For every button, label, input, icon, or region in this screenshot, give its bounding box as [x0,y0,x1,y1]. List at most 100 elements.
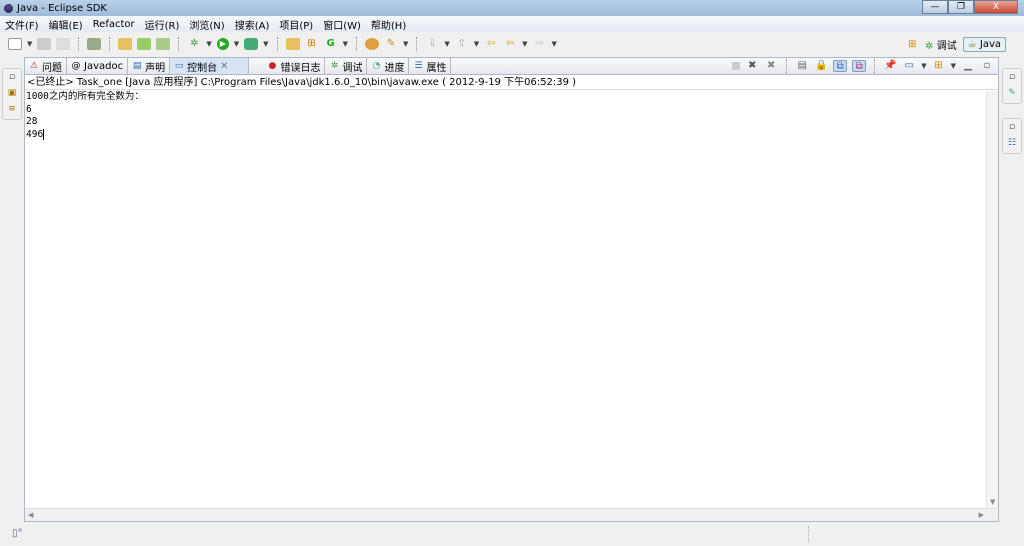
perspective-debug[interactable]: ✲ 调试 [925,37,957,52]
view-toolbar: ✖ ✖ ▤ 🔒 ⧉ ⧉ 📌 ▭ ▼ ⊞ ▼ ▁ ▫ [732,59,994,73]
vertical-scrollbar[interactable]: ▼ [986,91,998,508]
status-divider [808,526,809,542]
run-icon[interactable]: ▶ [216,38,229,50]
debug-icon[interactable]: ✲ [187,38,201,50]
prev-annotation-icon[interactable]: ⇧ [455,38,469,50]
text-caret [43,128,45,140]
menu-window[interactable]: 窗口(W) [323,17,361,32]
package-explorer-icon[interactable]: ▣ [8,88,17,98]
refresh-icon[interactable]: G [324,38,338,50]
debug-icon: ✲ [330,61,339,71]
title-bar: Java - Eclipse SDK — ❐ X [0,0,1024,16]
forward-icon[interactable]: ⇨ [533,38,547,50]
next-annotation-icon[interactable]: ⇩ [425,38,439,50]
tab-label: 问题 [42,62,62,74]
fast-view-icon[interactable]: ▯° [12,528,23,539]
open-perspective-icon[interactable]: ⊞ [905,39,919,51]
display-console-icon[interactable]: ▭ [902,60,916,72]
status-bar: ▯° [0,524,1024,546]
left-trim: ▫ ▣ ≡ [2,68,22,120]
tab-javadoc[interactable]: @ Javadoc [67,58,129,74]
scroll-right-icon[interactable]: ▶ [979,511,984,519]
refresh-dropdown-icon[interactable]: ▼ [343,40,348,48]
external-tools-dropdown-icon[interactable]: ▼ [263,40,268,48]
search-icon[interactable] [364,38,379,50]
hierarchy-icon[interactable]: ≡ [8,104,16,114]
pen-dropdown-icon[interactable]: ▼ [403,40,408,48]
clear-console-icon[interactable]: ▤ [795,60,809,72]
maximize-view-icon[interactable]: ▫ [980,60,994,72]
console-line: 6 [26,103,32,115]
open-type-icon[interactable] [285,38,300,50]
tab-debug[interactable]: ✲ 调试 [325,58,368,74]
show-on-stdout-icon[interactable]: ⧉ [833,60,848,72]
tab-progress[interactable]: ◔ 进度 [367,58,410,74]
menu-file[interactable]: 文件(F) [5,17,39,32]
prev-annotation-dropdown-icon[interactable]: ▼ [474,40,479,48]
open-hierarchy-icon[interactable]: ⊞ [305,38,319,50]
minimize-button[interactable]: — [922,0,948,14]
debug-icon: ✲ [925,41,934,52]
menu-project[interactable]: 项目(P) [279,17,313,32]
remove-launch-icon[interactable]: ✖ [745,60,759,72]
task-list-icon[interactable]: ✎ [1008,88,1016,98]
menu-search[interactable]: 搜索(A) [235,17,270,32]
tab-label: 进度 [384,62,405,74]
back-icon[interactable]: ⇦ [503,38,517,50]
console-line: 496 [26,128,44,140]
maximize-button[interactable]: ❐ [948,0,974,14]
menu-edit[interactable]: 编辑(E) [49,17,83,32]
open-console-dropdown-icon[interactable]: ▼ [951,62,956,70]
horizontal-scrollbar[interactable]: ◀ ▶ [25,508,998,521]
pen-icon[interactable]: ✎ [384,38,398,50]
display-console-dropdown-icon[interactable]: ▼ [921,62,926,70]
tab-label: 属性 [426,62,447,74]
console-output[interactable]: 1000之内的所有完全数为： 6 28 496 [25,91,986,508]
menu-help[interactable]: 帮助(H) [371,17,406,32]
open-console-icon[interactable]: ⊞ [932,60,946,72]
restore-icon[interactable]: ▫ [1009,72,1015,82]
tab-properties[interactable]: ☰ 属性 [409,58,452,74]
new-java-project-icon[interactable] [118,38,133,50]
save-icon[interactable] [37,38,52,50]
show-on-stderr-icon[interactable]: ⧉ [852,60,867,72]
tab-console[interactable]: ▭ 控制台 ✕ [170,58,250,74]
terminate-icon[interactable] [732,62,741,70]
run-dropdown-icon[interactable]: ▼ [234,40,239,48]
perspective-java[interactable]: ☕ Java [962,37,1006,52]
package-icon[interactable] [87,38,102,50]
new-icon[interactable] [8,38,22,50]
scroll-down-icon[interactable]: ▼ [990,498,995,506]
new-dropdown-icon[interactable]: ▼ [27,40,32,48]
debug-dropdown-icon[interactable]: ▼ [206,40,211,48]
restore-icon[interactable]: ▫ [1009,122,1015,132]
minimize-view-icon[interactable]: ▁ [961,60,975,72]
back-dropdown-icon[interactable]: ▼ [522,40,527,48]
scroll-left-icon[interactable]: ◀ [28,511,33,519]
close-tab-icon[interactable]: ✕ [220,61,228,72]
new-class-icon[interactable] [156,38,171,50]
tab-error-log[interactable]: ● 错误日志 [263,58,326,74]
forward-dropdown-icon[interactable]: ▼ [552,40,557,48]
print-icon[interactable] [56,38,71,50]
tab-declaration[interactable]: ▤ 声明 [128,58,171,74]
tab-label: Javadoc [84,60,124,72]
tab-problems[interactable]: ⚠ 问题 [25,58,67,74]
pin-console-icon[interactable]: 📌 [883,60,897,72]
remove-all-launches-icon[interactable]: ✖ [764,60,778,72]
external-tools-icon[interactable] [244,38,259,50]
menu-navigate[interactable]: 浏览(N) [189,17,224,32]
restore-icon[interactable]: ▫ [9,72,15,82]
perspective-switcher: ⊞ ✲ 调试 ☕ Java [905,37,1006,52]
console-line: 1000之内的所有完全数为： [26,91,144,102]
menu-run[interactable]: 运行(R) [145,17,180,32]
scroll-lock-icon[interactable]: 🔒 [814,60,828,72]
next-annotation-dropdown-icon[interactable]: ▼ [444,40,449,48]
progress-icon: ◔ [372,61,381,71]
new-junit-icon[interactable] [137,38,152,50]
last-edit-icon[interactable]: ⇦ [484,38,498,50]
menu-bar: 文件(F) 编辑(E) Refactor 运行(R) 浏览(N) 搜索(A) 项… [0,16,1024,32]
outline-icon[interactable]: ☷ [1008,138,1016,148]
menu-refactor[interactable]: Refactor [93,19,135,30]
close-button[interactable]: X [974,0,1018,14]
